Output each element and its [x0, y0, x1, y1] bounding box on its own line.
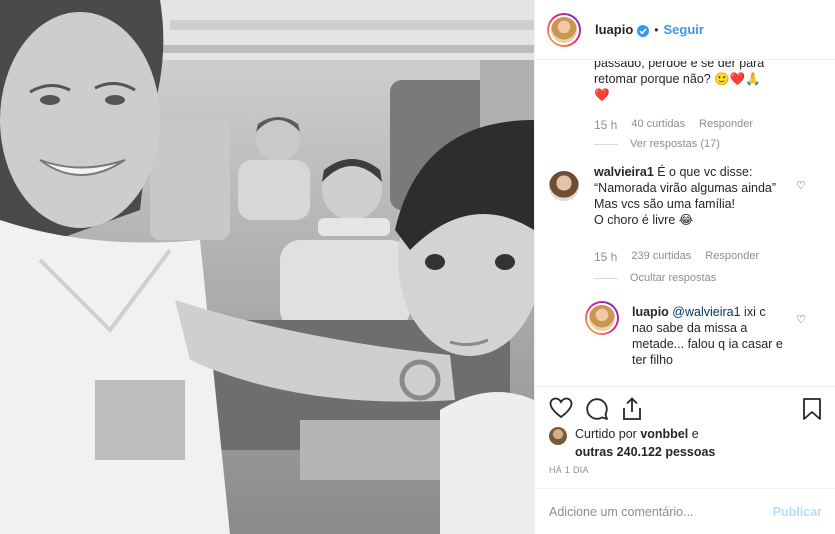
replies-divider [594, 143, 618, 145]
liked-by-connector: e [691, 427, 699, 441]
comment-meta: 15 h 239 curtidas Responder [594, 250, 759, 264]
comment-partial-text: passado, perdoe e se der para retomar po… [594, 61, 824, 103]
reply-button[interactable]: Responder [705, 250, 759, 264]
replies-divider [594, 277, 618, 279]
verified-badge-icon [637, 24, 650, 37]
comment-line: ter filho [632, 353, 673, 367]
comment-icon[interactable] [585, 397, 609, 424]
post-photo[interactable] [0, 0, 534, 534]
follow-button[interactable]: Seguir [663, 22, 703, 37]
reply-luapio: luapio @walvieira1 ixi c nao sabe da mis… [632, 304, 792, 368]
add-comment-bar: Publicar [535, 488, 835, 534]
comment-line: O choro é livre 😂 [594, 213, 694, 227]
post-photo-illustration [0, 0, 534, 534]
post-side-panel: luapio • Seguir passado, perdoe e se der… [534, 0, 835, 534]
reply-like-heart-icon[interactable]: ♡ [796, 313, 806, 326]
comment-line: passado, perdoe e se der para [594, 61, 765, 70]
author-avatar[interactable] [547, 12, 581, 47]
comment-likes[interactable]: 40 curtidas [631, 118, 685, 132]
comment-line: ixi c [740, 305, 766, 319]
heart-icon[interactable] [549, 397, 573, 422]
hide-replies-toggle[interactable]: Ocultar respostas [594, 272, 716, 284]
comment-line: metade... falou q ia casar e [632, 337, 783, 351]
comment-time[interactable]: 15 h [594, 118, 617, 132]
liked-by: Curtido por vonbbel e outras 240.122 pes… [549, 425, 829, 461]
comment-line: retomar porque não? 🙂❤️🙏 [594, 72, 761, 86]
comment-line: “Namorada virão algumas ainda” [594, 181, 777, 195]
bookmark-icon[interactable] [802, 397, 822, 424]
view-replies-label[interactable]: Ver respostas (17) [630, 138, 720, 150]
comment-line: nao sabe da missa a [632, 321, 748, 335]
comment-line: ❤️ [594, 88, 610, 102]
reply-button[interactable]: Responder [699, 118, 753, 132]
comment-line: Mas vcs são uma família! [594, 197, 736, 211]
instagram-post: luapio • Seguir passado, perdoe e se der… [0, 0, 835, 534]
liker-username[interactable]: vonbbel [640, 427, 688, 441]
post-header: luapio • Seguir [535, 0, 835, 60]
reply-avatar[interactable] [585, 301, 619, 335]
comment-time[interactable]: 15 h [594, 250, 617, 264]
comment-username[interactable]: walvieira1 [594, 165, 654, 179]
comment-meta: 15 h 40 curtidas Responder [594, 118, 753, 132]
comment-line: É o que vc disse: [657, 165, 753, 179]
liked-by-prefix: Curtido por [575, 427, 637, 441]
comments-list[interactable]: passado, perdoe e se der para retomar po… [535, 61, 835, 386]
hide-replies-label[interactable]: Ocultar respostas [630, 272, 716, 284]
comment-walvieira1: walvieira1 É o que vc disse: “Namorada v… [594, 164, 804, 228]
header-separator: • [654, 22, 659, 37]
view-replies-toggle[interactable]: Ver respostas (17) [594, 138, 720, 150]
reply-username[interactable]: luapio [632, 305, 669, 319]
comment-likes[interactable]: 239 curtidas [631, 250, 691, 264]
post-timestamp[interactable]: HÁ 1 DIA [549, 465, 589, 475]
action-bar [535, 386, 835, 430]
commenter-avatar[interactable] [549, 171, 579, 201]
author-username[interactable]: luapio [595, 22, 633, 37]
share-icon[interactable] [621, 397, 643, 424]
liker-avatar[interactable] [549, 427, 567, 445]
reply-mention[interactable]: @walvieira1 [672, 305, 740, 319]
publish-button[interactable]: Publicar [773, 505, 822, 519]
comment-input[interactable] [549, 504, 773, 519]
likes-count-link[interactable]: outras 240.122 pessoas [575, 445, 715, 459]
comment-like-heart-icon[interactable]: ♡ [796, 179, 806, 192]
